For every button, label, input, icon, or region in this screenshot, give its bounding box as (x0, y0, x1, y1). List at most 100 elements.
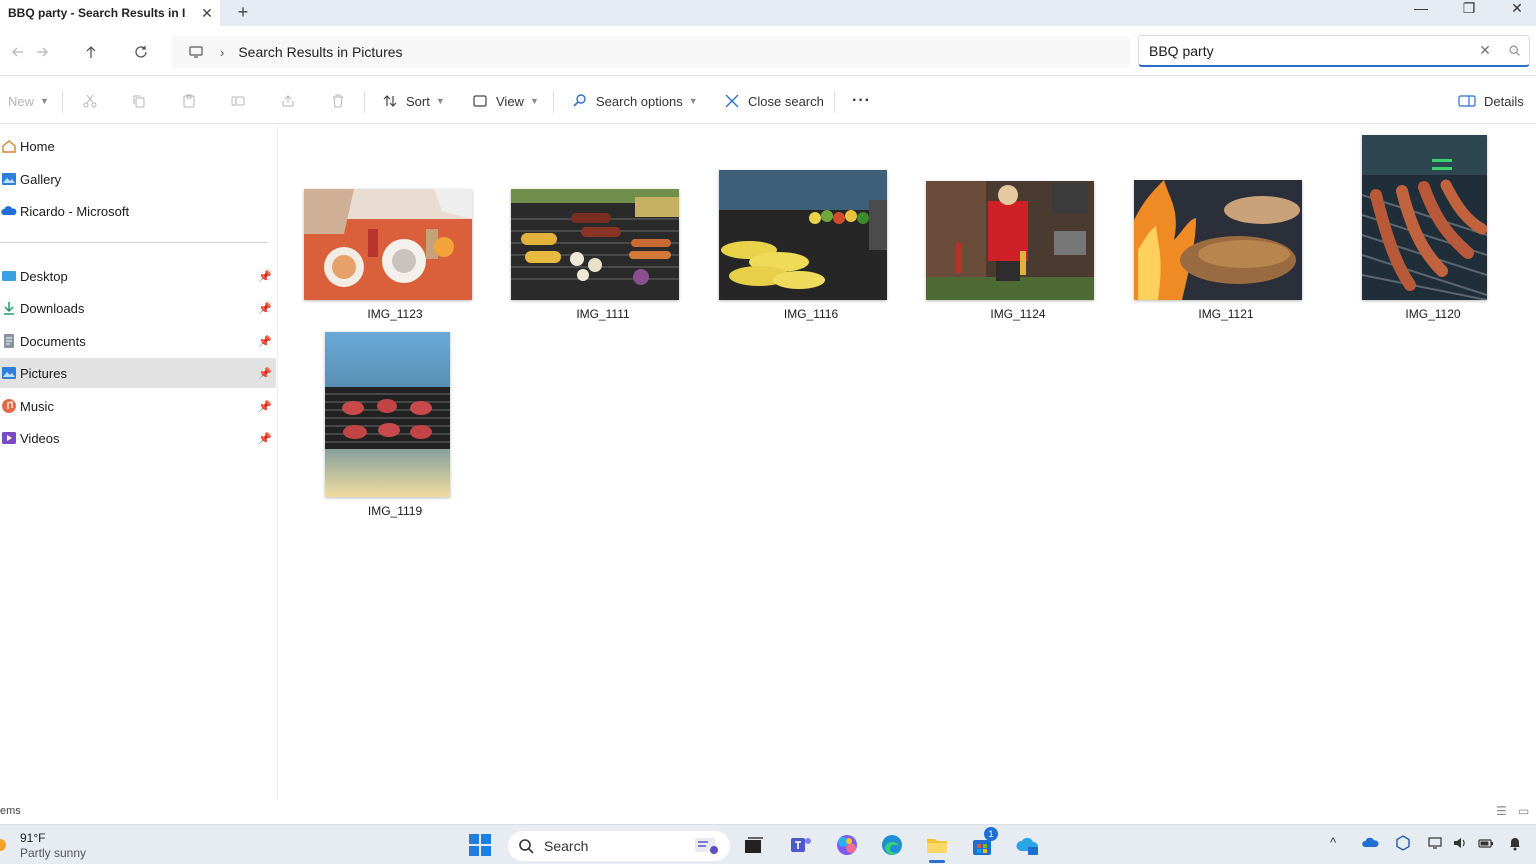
file-explorer-icon[interactable] (925, 833, 949, 863)
pin-icon[interactable]: 📌 (258, 400, 272, 413)
pictures-icon (1, 365, 17, 381)
sidebar-item-desktop[interactable]: Desktop 📌 (0, 261, 276, 291)
close-search-button[interactable]: Close search (724, 87, 824, 115)
forward-arrow-icon (37, 47, 48, 57)
sidebar-item-pictures[interactable]: Pictures 📌 (0, 358, 276, 388)
gallery-icon (1, 171, 17, 187)
weather-widget[interactable]: 91°F Partly sunny (0, 831, 86, 861)
sidebar-item-home[interactable]: Home (0, 131, 276, 161)
rename-button[interactable] (230, 87, 246, 115)
new-button[interactable]: New ▼ (8, 87, 49, 115)
music-icon (1, 398, 17, 414)
new-label: New (8, 93, 35, 109)
title-bar: BBQ party - Search Results in I ✕ + — ❐ … (0, 0, 1536, 26)
edge-icon[interactable] (880, 833, 904, 857)
scissors-icon (83, 94, 97, 108)
address-bar[interactable]: › Search Results in Pictures (172, 36, 1130, 68)
divider (364, 91, 365, 113)
file-thumbnail[interactable] (719, 170, 887, 300)
videos-icon (1, 430, 17, 446)
cut-button[interactable] (82, 87, 98, 115)
new-tab-button[interactable]: + (232, 2, 254, 24)
file-thumbnail[interactable] (511, 189, 679, 300)
sidebar-item-gallery[interactable]: Gallery (0, 164, 276, 194)
weather-app-icon[interactable] (1016, 833, 1040, 857)
pin-icon[interactable]: 📌 (258, 302, 272, 315)
battery-icon[interactable] (1478, 835, 1494, 854)
file-thumbnail[interactable] (1362, 135, 1487, 300)
taskbar-search[interactable]: Search (508, 831, 730, 861)
file-thumbnail[interactable] (325, 332, 450, 497)
pin-icon[interactable]: 📌 (258, 432, 272, 445)
weather-temperature: 91°F (20, 831, 46, 845)
pin-icon[interactable]: 📌 (258, 270, 272, 283)
search-icon (519, 839, 534, 854)
paste-button[interactable] (181, 87, 197, 115)
trash-icon (333, 94, 343, 108)
sort-button[interactable]: Sort ▼ (382, 87, 445, 115)
details-view-icon[interactable]: ☰ (1496, 804, 1507, 818)
refresh-button[interactable] (127, 38, 155, 66)
file-thumbnail[interactable] (1134, 180, 1302, 300)
file-name[interactable]: IMG_1121 (1141, 307, 1311, 321)
copilot-icon[interactable] (835, 833, 859, 857)
sidebar-item-downloads[interactable]: Downloads 📌 (0, 293, 276, 323)
onedrive-tray-icon[interactable] (1361, 835, 1379, 852)
teams-icon[interactable] (789, 833, 813, 857)
share-icon (282, 95, 294, 107)
tiles-view-icon[interactable]: ▭ (1518, 804, 1529, 818)
notifications-bell-icon[interactable] (1507, 835, 1523, 854)
copy-button[interactable] (131, 87, 147, 115)
file-name[interactable]: IMG_1119 (310, 504, 480, 518)
file-name[interactable]: IMG_1124 (933, 307, 1103, 321)
chevron-right-icon[interactable]: › (220, 45, 224, 60)
sidebar-item-documents[interactable]: Documents 📌 (0, 326, 276, 356)
view-button[interactable]: View ▼ (472, 87, 539, 115)
share-button[interactable] (280, 87, 296, 115)
search-options-button[interactable]: Search options ▼ (572, 87, 698, 115)
sidebar-item-videos[interactable]: Videos 📌 (0, 423, 276, 453)
tab-search-results[interactable]: BBQ party - Search Results in I ✕ (0, 0, 220, 26)
store-icon[interactable]: 1 (970, 827, 998, 857)
sidebar-divider (0, 242, 268, 243)
task-view-icon[interactable] (742, 833, 766, 857)
maximize-button[interactable]: ❐ (1446, 0, 1492, 26)
tab-close-button[interactable]: ✕ (194, 5, 220, 22)
file-name[interactable]: IMG_1116 (726, 307, 896, 321)
pin-icon[interactable]: 📌 (258, 335, 272, 348)
file-name[interactable]: IMG_1120 (1348, 307, 1518, 321)
minimize-button[interactable]: — (1398, 0, 1444, 26)
chevron-down-icon: ▼ (688, 96, 698, 106)
tab-title: BBQ party - Search Results in I (8, 6, 186, 20)
file-thumbnail[interactable] (926, 181, 1094, 300)
show-hidden-icons-chevron-icon[interactable]: ^ (1330, 835, 1336, 850)
back-arrow-icon (12, 47, 23, 57)
close-search-label: Close search (748, 93, 824, 109)
download-icon (1, 300, 17, 316)
breadcrumb[interactable]: Search Results in Pictures (238, 44, 402, 60)
file-name[interactable]: IMG_1111 (518, 307, 688, 321)
file-name[interactable]: IMG_1123 (310, 307, 480, 321)
sidebar-item-label: Videos (20, 430, 60, 446)
delete-button[interactable] (330, 87, 346, 115)
forward-button[interactable] (28, 38, 56, 66)
settings-tray-icon[interactable] (1395, 835, 1411, 854)
search-icon[interactable] (1499, 44, 1529, 57)
weather-condition: Partly sunny (20, 846, 87, 860)
search-box[interactable]: BBQ party ✕ (1138, 35, 1530, 67)
details-button[interactable]: Details (1458, 87, 1524, 115)
search-input[interactable]: BBQ party (1149, 43, 1471, 59)
sidebar-item-onedrive[interactable]: Ricardo - Microsoft (0, 196, 276, 226)
clear-search-icon[interactable]: ✕ (1471, 42, 1499, 59)
up-button[interactable] (77, 38, 105, 66)
more-options-button[interactable]: ··· (852, 87, 871, 115)
start-button[interactable] (468, 833, 492, 857)
file-thumbnail[interactable] (304, 189, 472, 300)
volume-icon[interactable] (1452, 835, 1468, 854)
item-count: ems (0, 805, 21, 817)
sidebar-item-music[interactable]: Music 📌 (0, 391, 276, 421)
close-window-button[interactable]: ✕ (1494, 0, 1536, 26)
search-options-label: Search options (596, 93, 683, 109)
network-icon[interactable] (1427, 835, 1443, 854)
pin-icon[interactable]: 📌 (258, 367, 272, 380)
